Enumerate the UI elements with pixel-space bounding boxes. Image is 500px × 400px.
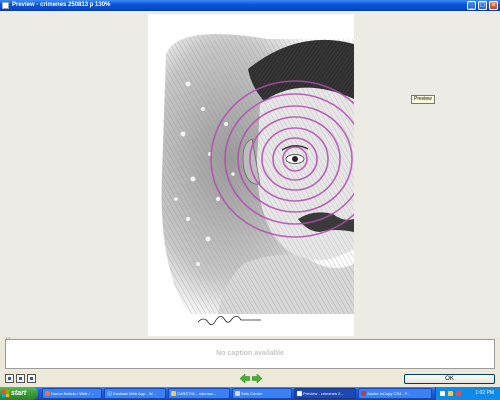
tray-icon[interactable]	[448, 391, 453, 396]
window-title: Preview - crimenes 250813 p 130%	[12, 2, 111, 8]
next-arrow-icon[interactable]	[252, 374, 262, 383]
ok-button[interactable]: OK	[404, 374, 495, 384]
taskbar-item[interactable]: Escitask Web App - W...	[104, 388, 166, 399]
app-icon	[235, 391, 240, 396]
system-tray: 1:02 PM	[435, 387, 500, 400]
tray-icon[interactable]	[440, 391, 445, 396]
actual-size-icon[interactable]	[16, 374, 25, 383]
maximize-button[interactable]: □	[478, 1, 487, 10]
taskbar-item-active[interactable]: Preview - crimenes 2...	[294, 388, 356, 399]
illustration-drawing	[161, 34, 354, 325]
rotate-icon[interactable]	[27, 374, 36, 383]
start-button[interactable]: start	[0, 387, 38, 400]
start-label: start	[11, 390, 27, 397]
adobe-icon	[361, 391, 366, 396]
folder-icon	[171, 391, 176, 396]
preview-area: Preview	[0, 11, 500, 337]
taskbar-item[interactable]: Sets Center	[232, 388, 292, 399]
taskbar-item[interactable]: Nueva Noticia / Web / ...	[42, 388, 102, 399]
fit-icon[interactable]	[5, 374, 14, 383]
preview-toolbar: OK	[0, 370, 500, 387]
taskbar: start Nueva Noticia / Web / ... Escitask…	[0, 387, 500, 400]
browser-icon	[45, 391, 50, 396]
clock: 1:02 PM	[475, 390, 494, 396]
preview-icon	[297, 391, 302, 396]
caption-box[interactable]: No caption available	[5, 339, 495, 369]
taskbar-item[interactable]: CARETUL - microsc...	[168, 388, 230, 399]
taskbar-item[interactable]: Adobe InCopy CS4 - F...	[358, 388, 432, 399]
preview-image	[148, 14, 354, 336]
windows-flag-icon	[2, 390, 9, 397]
preview-app-icon	[2, 2, 9, 9]
previous-arrow-icon[interactable]	[240, 374, 250, 383]
browser-icon	[107, 391, 112, 396]
caption-placeholder: No caption available	[216, 350, 284, 357]
preview-tooltip: Preview	[411, 95, 435, 104]
minimize-button[interactable]: _	[467, 1, 476, 10]
window-title-bar: Preview - crimenes 250813 p 130% _ □ ×	[0, 0, 500, 11]
tray-icon[interactable]	[456, 391, 461, 396]
close-button[interactable]: ×	[489, 1, 498, 10]
